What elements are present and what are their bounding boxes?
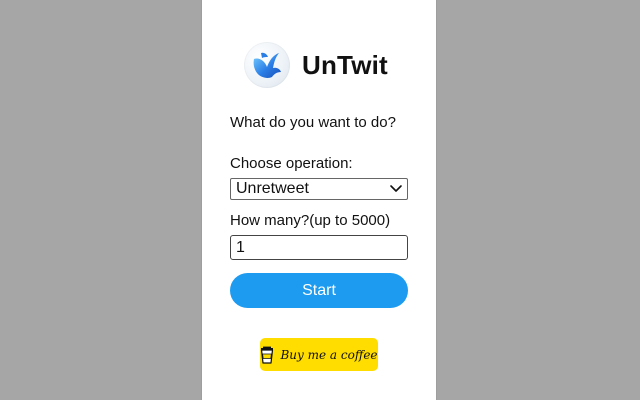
buy-me-a-coffee-label: Buy me a coffee <box>280 347 378 362</box>
bird-logo-svg <box>253 52 281 78</box>
extension-popup: UnTwit What do you want to do? Choose op… <box>202 0 436 400</box>
question-text: What do you want to do? <box>230 114 396 131</box>
operation-label: Choose operation: <box>230 155 353 172</box>
chevron-down-icon <box>390 185 402 192</box>
buy-me-a-coffee-button[interactable]: Buy me a coffee <box>260 338 378 371</box>
count-label: How many?(up to 5000) <box>230 212 391 229</box>
bird-logo-icon <box>244 42 290 88</box>
start-button[interactable]: Start <box>230 273 408 308</box>
count-input[interactable] <box>230 235 408 260</box>
app-header: UnTwit <box>244 42 388 88</box>
operation-select-value: Unretweet <box>236 180 309 197</box>
operation-select[interactable]: Unretweet <box>230 178 408 200</box>
app-title: UnTwit <box>302 49 388 80</box>
browser-viewport: UnTwit What do you want to do? Choose op… <box>0 0 640 400</box>
coffee-cup-icon <box>261 346 274 364</box>
